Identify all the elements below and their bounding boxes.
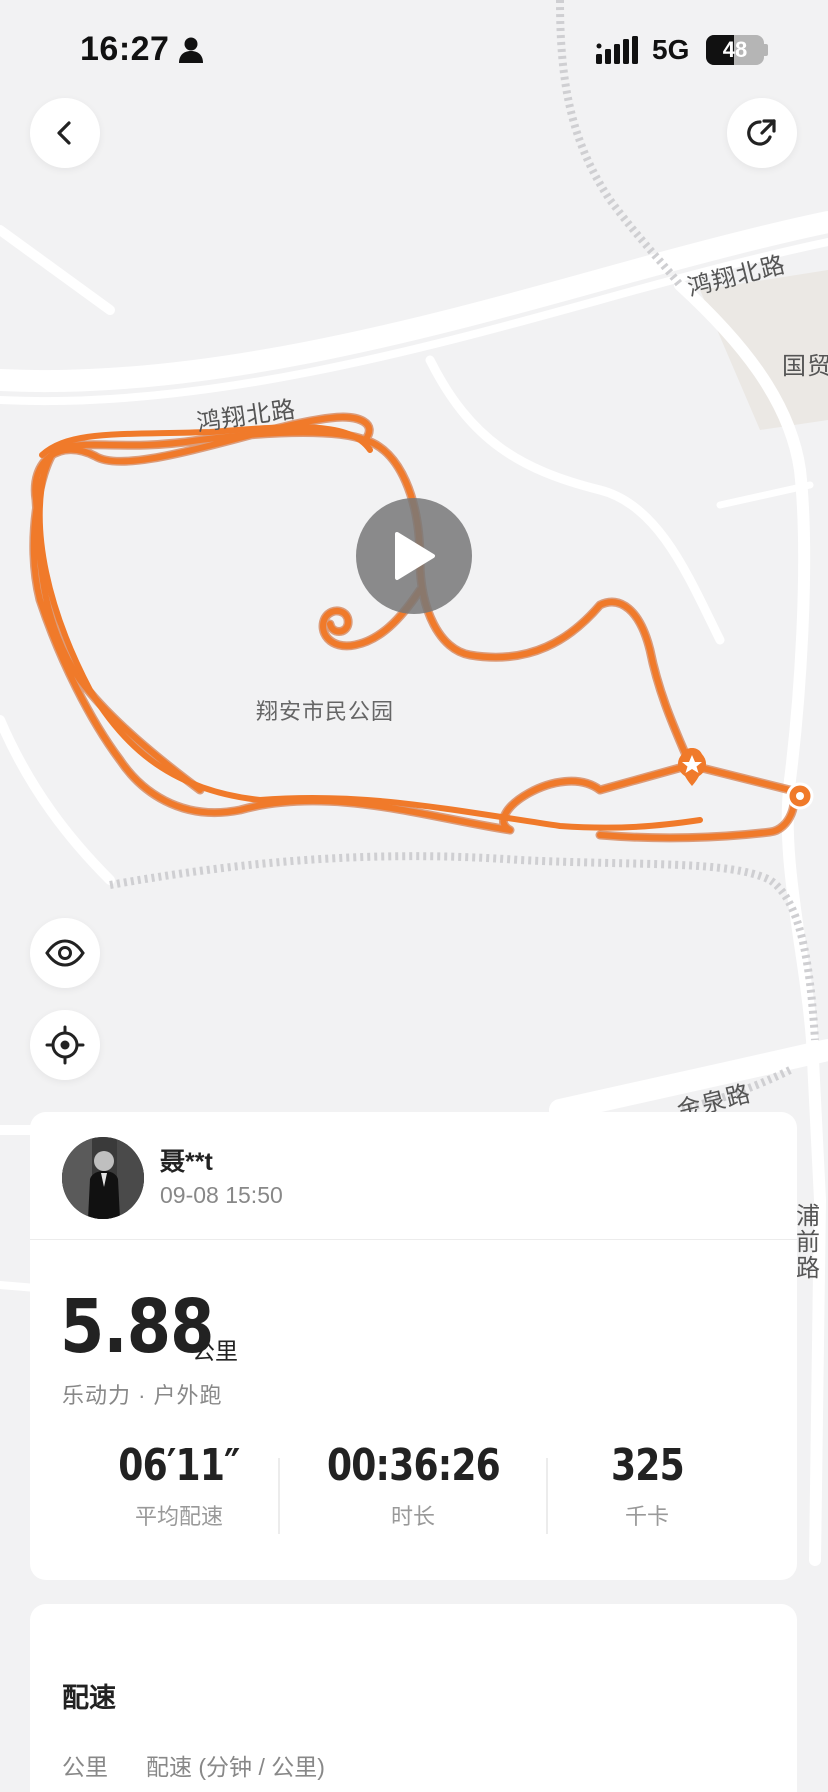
share-button[interactable]: [727, 98, 797, 168]
pace-section-title: 配速: [62, 1683, 116, 1713]
chevron-left-icon: [57, 121, 71, 145]
road-label: 国贸: [782, 353, 828, 380]
play-icon: [395, 532, 435, 580]
play-track-button[interactable]: [356, 498, 472, 614]
metric-value: 06′11″: [118, 1440, 240, 1491]
distance-unit: 公里: [192, 1338, 238, 1364]
back-button[interactable]: [30, 98, 100, 168]
metric-value: 00:36:26: [326, 1440, 501, 1491]
pace-section-card: 配速 公里 配速 (分钟 / 公里): [30, 1604, 797, 1792]
status-bar: 16:27 5G 48: [0, 0, 828, 100]
network-type: 5G: [652, 34, 690, 65]
status-time: 16:27: [80, 30, 170, 68]
battery-icon: 48: [706, 35, 764, 65]
park-label: 翔安市民公园: [256, 699, 395, 724]
locate-button[interactable]: [30, 1010, 100, 1080]
activity-datetime: 09-08 15:50: [160, 1182, 283, 1208]
activity-type: 乐动力 · 户外跑: [62, 1383, 223, 1408]
road-label: 浦前路: [796, 1203, 821, 1282]
signal-icon: [596, 36, 638, 64]
metric-separator: [278, 1458, 280, 1534]
divider: [30, 1239, 797, 1240]
metric-value: 325: [610, 1440, 685, 1491]
user-name: 聂**t: [160, 1148, 213, 1176]
activity-summary-card: 聂**t 09-08 15:50 5.88 公里 乐动力 · 户外跑 06′11…: [30, 1112, 797, 1580]
column-header-km: 公里: [62, 1754, 108, 1780]
crosshair-icon: [45, 1025, 85, 1065]
metric-label: 平均配速: [134, 1504, 223, 1529]
person-icon: [179, 37, 203, 63]
column-header-pace: 配速 (分钟 / 公里): [146, 1754, 325, 1780]
distance-value: 5.88: [60, 1284, 214, 1370]
metric-calories: 325 千卡: [532, 1440, 762, 1531]
end-marker-icon: [786, 782, 814, 810]
metric-duration: 00:36:26 时长: [298, 1440, 528, 1531]
metric-avg-pace: 06′11″ 平均配速: [64, 1440, 294, 1531]
battery-level: 48: [722, 37, 748, 62]
share-arrow-icon: [747, 119, 776, 146]
eye-icon: [45, 939, 85, 967]
avatar[interactable]: [62, 1137, 144, 1219]
toggle-view-button[interactable]: [30, 918, 100, 988]
metric-label: 时长: [390, 1504, 435, 1529]
metric-label: 千卡: [624, 1504, 669, 1529]
battery-tip: [764, 44, 768, 56]
